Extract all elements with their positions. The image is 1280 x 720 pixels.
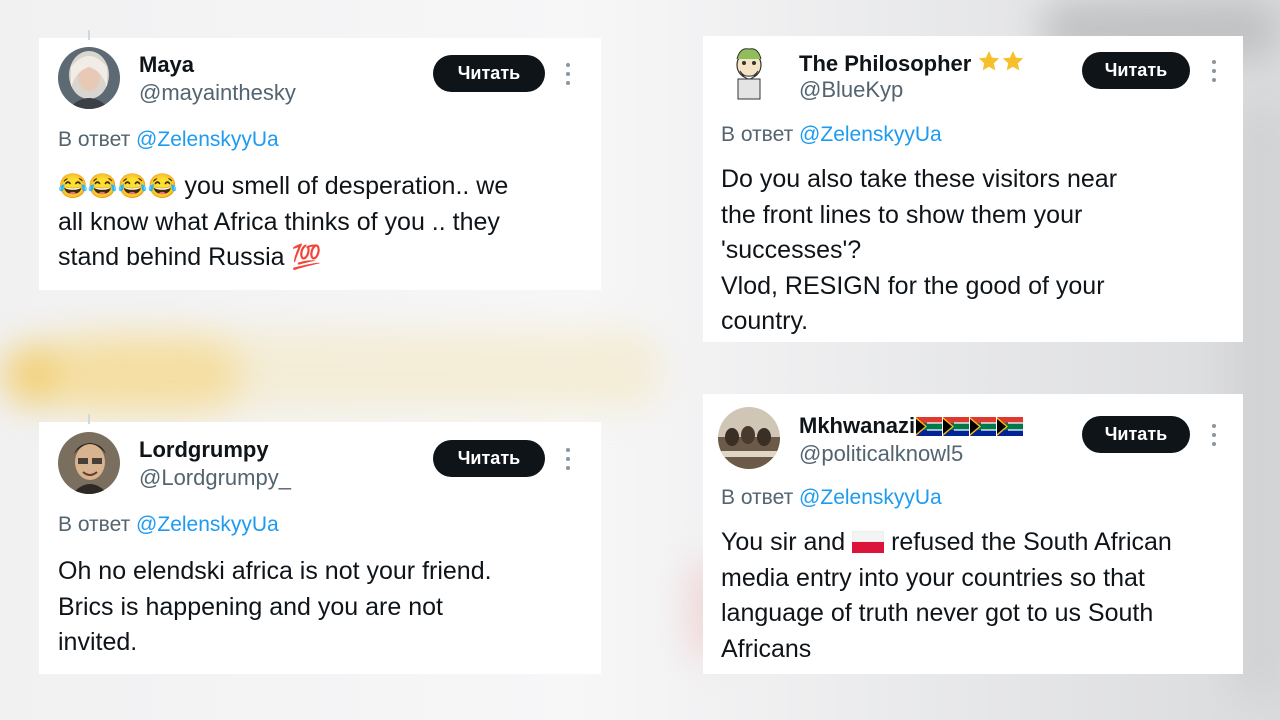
tweet-body-start: You sir and	[721, 528, 853, 556]
tweet-text: You sir and refused the South African me…	[721, 525, 1236, 667]
display-name[interactable]: Lordgrumpy	[139, 437, 269, 463]
reply-prefix: В ответ	[721, 123, 794, 146]
reply-prefix: В ответ	[721, 486, 794, 509]
tweet-card-lordgrumpy: Lordgrumpy @Lordgrumpy_ Читать В ответ @…	[39, 414, 601, 674]
south-africa-flag-icon	[970, 417, 997, 436]
more-options-icon[interactable]	[565, 448, 571, 470]
mention-link[interactable]: @ZelenskyyUa	[799, 123, 942, 146]
flag-badges	[915, 413, 1024, 438]
reply-context: В ответ @ZelenskyyUa	[58, 128, 279, 152]
south-africa-flag-icon	[997, 417, 1024, 436]
reply-context: В ответ @ZelenskyyUa	[58, 513, 279, 537]
tweet-text: Do you also take these visitors near the…	[721, 165, 1118, 335]
display-name[interactable]: Maya	[139, 52, 194, 78]
poland-flag-icon	[852, 531, 885, 553]
tweet-card-maya: Maya @mayainthesky Читать В ответ @Zelen…	[39, 30, 601, 290]
thread-line	[88, 30, 90, 40]
thread-line	[88, 414, 90, 424]
avatar[interactable]	[718, 407, 780, 469]
south-africa-flag-icon	[943, 417, 970, 436]
mention-link[interactable]: @ZelenskyyUa	[136, 128, 279, 151]
more-options-icon[interactable]	[565, 63, 571, 85]
reply-context: В ответ @ZelenskyyUa	[721, 486, 942, 510]
avatar[interactable]	[58, 432, 120, 494]
display-name-text: The Philosopher	[799, 51, 972, 76]
more-options-icon[interactable]	[1211, 424, 1217, 446]
display-name[interactable]: The Philosopher	[799, 49, 1025, 77]
mention-link[interactable]: @ZelenskyyUa	[136, 513, 279, 536]
avatar[interactable]	[58, 47, 120, 109]
laughing-emoji-icon: 😂😂😂😂	[58, 173, 178, 200]
user-handle[interactable]: @BlueKyp	[799, 77, 903, 103]
reply-prefix: В ответ	[58, 513, 131, 536]
reply-context: В ответ @ZelenskyyUa	[721, 123, 942, 147]
follow-button[interactable]: Читать	[1082, 416, 1190, 453]
tweet-card-mkhwanazi: Mkhwanazi @politicalknowl5 Читать В отве…	[703, 394, 1243, 674]
tweet-card-philosopher: The Philosopher @BlueKyp Читать В ответ …	[703, 36, 1243, 342]
user-handle[interactable]: @politicalknowl5	[799, 441, 963, 467]
user-handle[interactable]: @Lordgrumpy_	[139, 465, 291, 491]
star-icon	[979, 51, 1000, 71]
reply-prefix: В ответ	[58, 128, 131, 151]
follow-button[interactable]: Читать	[433, 440, 545, 477]
south-africa-flag-icon	[916, 417, 943, 436]
star-badges	[977, 51, 1025, 76]
mention-link[interactable]: @ZelenskyyUa	[799, 486, 942, 509]
display-name-text: Mkhwanazi	[799, 413, 916, 438]
follow-button[interactable]: Читать	[1082, 52, 1190, 89]
display-name[interactable]: Mkhwanazi	[799, 413, 1024, 439]
more-options-icon[interactable]	[1211, 60, 1217, 82]
user-handle[interactable]: @mayainthesky	[139, 80, 296, 106]
star-icon	[1003, 51, 1024, 71]
follow-button[interactable]: Читать	[433, 55, 545, 92]
tweet-text: 😂😂😂😂 you smell of desperation.. we all k…	[58, 169, 598, 276]
tweet-text: Oh no elendski africa is not your friend…	[58, 557, 492, 656]
avatar[interactable]	[718, 43, 780, 105]
hundred-points-icon: 💯	[291, 244, 322, 271]
